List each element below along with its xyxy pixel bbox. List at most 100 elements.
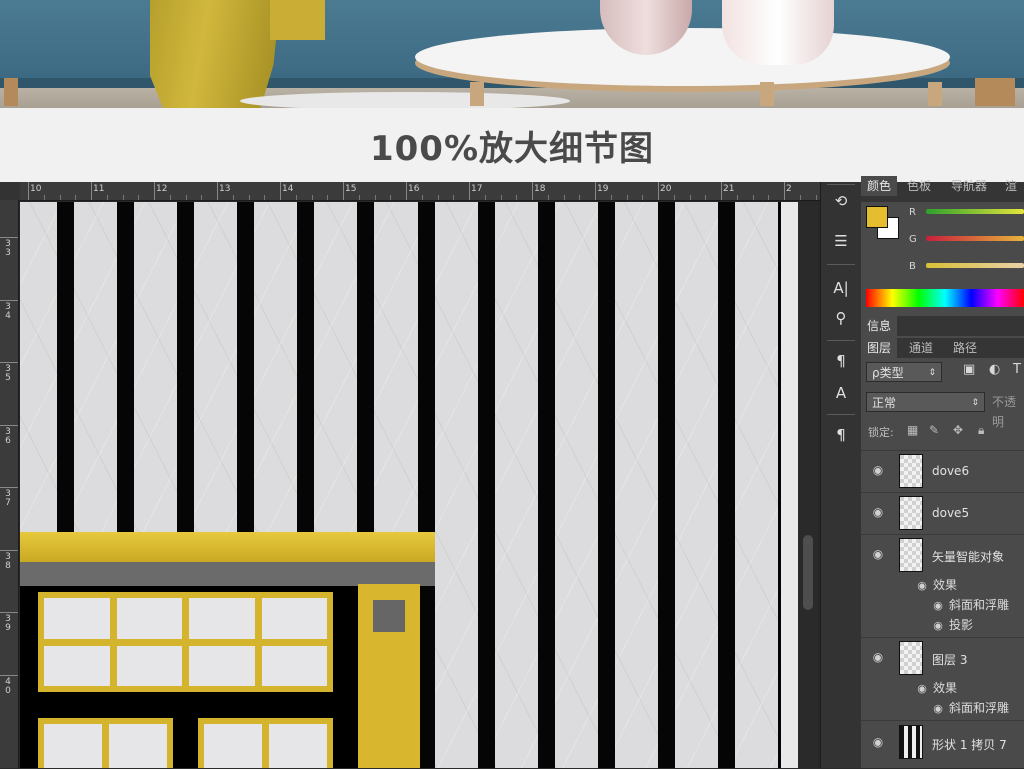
green-slider[interactable] (926, 236, 1024, 241)
channel-r-label: R (909, 207, 916, 218)
red-slider[interactable] (926, 209, 1024, 214)
ruler-minor-tick (59, 195, 61, 200)
eye-icon[interactable]: ◉ (931, 596, 945, 616)
eye-icon[interactable]: ◉ (871, 547, 885, 561)
ruler-label: 12 (156, 184, 168, 194)
ruler-label: 3 7 (5, 489, 11, 508)
lock-transparent-icon[interactable]: ▦ (907, 423, 918, 437)
paragraph-styles-icon[interactable]: ¶ (829, 350, 853, 372)
yellow-throw-blanket (150, 0, 280, 108)
layer-row[interactable]: ◉ dove5 (861, 492, 1024, 534)
tab-more[interactable]: 渲 (999, 176, 1023, 196)
ruler-top[interactable]: 10 11 12 13 14 15 16 17 18 19 20 21 2 (20, 182, 833, 201)
blue-slider[interactable] (926, 263, 1024, 268)
type-filter-icon[interactable]: T (1013, 362, 1021, 377)
tab-navigator[interactable]: 导航器 (945, 176, 993, 196)
ruler-minor-tick (185, 195, 187, 200)
blend-mode-select[interactable]: 正常 ⇕ (866, 392, 985, 412)
effects-label: 效果 (933, 578, 958, 592)
ruler-left[interactable]: 3 3 3 4 3 5 3 6 3 7 3 8 3 9 4 0 (0, 200, 19, 768)
eye-icon[interactable]: ◉ (871, 463, 885, 477)
ruler-minor-tick (563, 195, 565, 200)
ruler-minor-tick (437, 195, 439, 200)
color-panel-tabs: 颜色 色板 导航器 渲 (861, 176, 1024, 202)
window-pane (269, 724, 327, 768)
tab-layers[interactable]: 图层 (861, 338, 898, 358)
ruler-minor-tick (799, 195, 801, 200)
channel-b-label: B (909, 261, 916, 272)
layer-name: dove6 (932, 464, 970, 478)
character-icon[interactable]: A| (829, 277, 853, 299)
ruler-minor-tick (642, 195, 644, 200)
ruler-minor-tick (122, 195, 124, 200)
eye-icon[interactable]: ◉ (871, 505, 885, 519)
ruler-minor-tick (232, 195, 234, 200)
history-icon[interactable]: ⟲ (829, 190, 853, 212)
effect-label: 投影 (949, 618, 974, 632)
image-filter-icon[interactable]: ▣ (963, 362, 975, 377)
ruler-minor-tick (673, 195, 675, 200)
ruler-minor-tick (390, 195, 392, 200)
lock-row: 锁定: ▦ ✎ ✥ 🔒︎ (861, 420, 1024, 444)
eye-icon[interactable]: ◉ (931, 616, 945, 636)
tab-info[interactable]: 信息 (861, 316, 898, 336)
paragraph-icon[interactable]: ¶ (829, 424, 853, 446)
black-stripe (658, 202, 675, 768)
window-grid (38, 592, 333, 692)
adjustment-filter-icon[interactable]: ◐ (989, 362, 1000, 377)
ruler-minor-tick (453, 195, 455, 200)
layer-row[interactable]: ◉ 矢量智能对象 ◉ 效果 ◉ 斜面和浮雕 ◉ 投影 (861, 534, 1024, 637)
window-grid (198, 718, 333, 768)
tab-paths[interactable]: 路径 (947, 338, 983, 358)
ruler-minor-tick (768, 195, 770, 200)
lock-all-icon[interactable]: 🔒︎ (978, 423, 984, 438)
effects-row[interactable]: ◉ 效果 (915, 678, 957, 698)
character-styles-icon[interactable]: A (829, 382, 853, 404)
effects-label: 效果 (933, 681, 958, 695)
scrollbar-thumb[interactable] (803, 535, 813, 610)
effect-row[interactable]: ◉ 投影 (931, 615, 973, 635)
ruler-label: 3 6 (5, 426, 11, 446)
tab-color[interactable]: 颜色 (861, 176, 898, 196)
effect-label: 斜面和浮雕 (949, 701, 1010, 715)
foreground-color-swatch[interactable] (866, 206, 888, 228)
window-pane (109, 724, 167, 768)
layer-name: 矢量智能对象 (932, 550, 1005, 564)
chevron-updown-icon: ⇕ (928, 368, 936, 378)
effects-row[interactable]: ◉ 效果 (915, 575, 957, 595)
layer-row[interactable]: ◉ dove6 (861, 450, 1024, 492)
lock-position-icon[interactable]: ✥ (953, 423, 963, 437)
ruler-label: 3 9 (5, 614, 11, 633)
eye-icon[interactable]: ◉ (915, 576, 929, 596)
vertical-scrollbar[interactable] (798, 202, 818, 768)
eye-icon[interactable]: ◉ (871, 735, 885, 749)
ruler-minor-tick (815, 195, 817, 200)
eye-icon[interactable]: ◉ (931, 699, 945, 719)
ruler-minor-tick (610, 195, 612, 200)
layer-thumbnail (899, 538, 923, 572)
lock-label: 锁定: (868, 426, 894, 439)
clone-source-icon[interactable]: ☰ (829, 230, 853, 252)
layer-row[interactable]: ◉ 形状 1 拷贝 7 (861, 720, 1024, 769)
channel-g-label: G (909, 234, 917, 245)
tab-swatches[interactable]: 色板 (901, 176, 937, 196)
ruler-tick (0, 362, 18, 363)
document-canvas[interactable] (20, 202, 798, 768)
layer-filter-select[interactable]: ρ类型 ⇕ (866, 362, 942, 382)
ruler-minor-tick (138, 195, 140, 200)
lock-brush-icon[interactable]: ✎ (929, 423, 939, 437)
ruler-label: 17 (471, 184, 483, 194)
tab-channels[interactable]: 通道 (903, 338, 939, 358)
ruler-minor-tick (421, 195, 423, 200)
ruler-label: 10 (30, 184, 42, 194)
eye-icon[interactable]: ◉ (871, 650, 885, 664)
layer-row[interactable]: ◉ 图层 3 ◉ 效果 ◉ 斜面和浮雕 (861, 637, 1024, 720)
eye-icon[interactable]: ◉ (915, 679, 929, 699)
color-spectrum[interactable] (866, 289, 1024, 307)
window-pane (261, 645, 327, 686)
ruler-tick (28, 182, 29, 200)
effect-row[interactable]: ◉ 斜面和浮雕 (931, 595, 1009, 615)
effect-row[interactable]: ◉ 斜面和浮雕 (931, 698, 1009, 718)
ruler-label: 20 (660, 184, 672, 194)
brush-presets-icon[interactable]: ⚲ (829, 307, 853, 329)
